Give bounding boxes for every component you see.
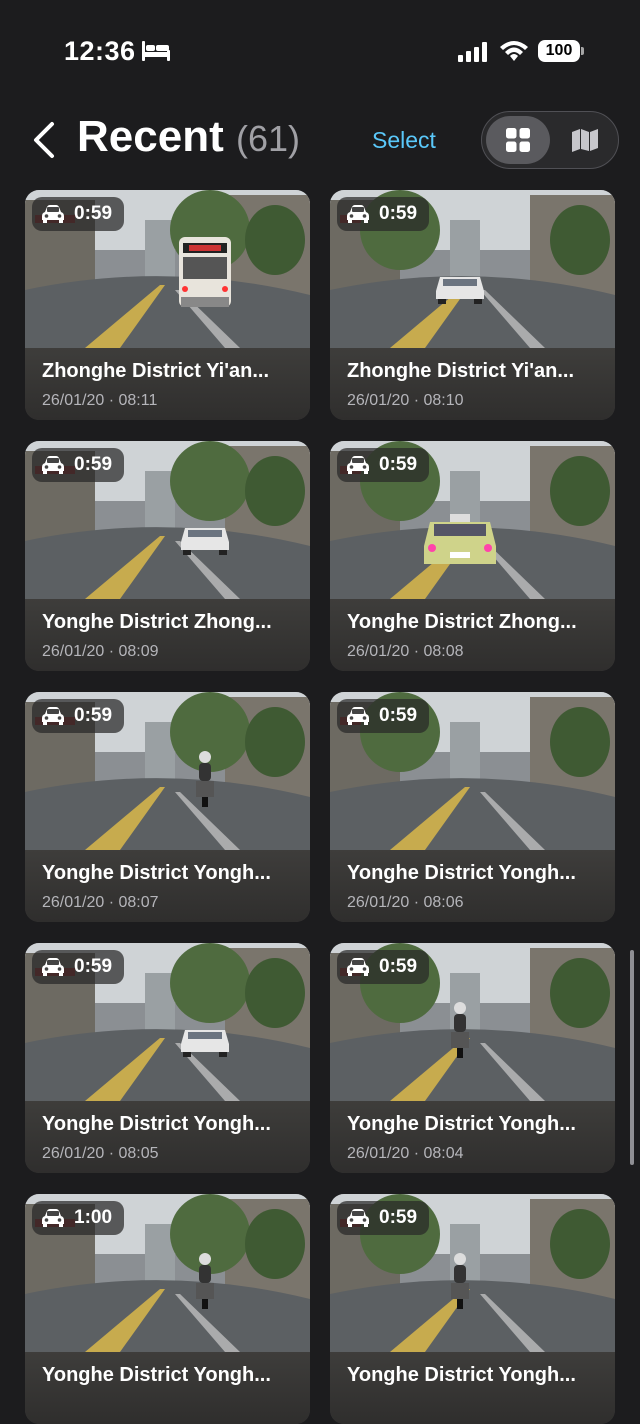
card-footer: Yonghe District Yongh... [25,1352,310,1424]
grid-view-icon [506,128,530,152]
duration-text: 0:59 [379,1207,418,1228]
card-footer: Zhonghe District Yi'an... 26/01/20 · 08:1… [330,348,615,420]
card-footer: Zhonghe District Yi'an... 26/01/20 · 08:1… [25,348,310,420]
recording-date: 26/01/20 · 08:06 [347,894,464,911]
car-icon [42,707,64,725]
recording-date: 26/01/20 · 08:05 [42,1145,159,1162]
duration-badge: 0:59 [337,197,430,231]
duration-badge: 0:59 [32,448,125,482]
item-count: (61) [235,118,300,159]
car-icon [42,456,64,474]
scrollbar[interactable] [630,950,634,1165]
map-view-icon [572,129,598,152]
recording-card[interactable]: 0:59 Yonghe District Zhong... 26/01/20 · 0… [25,441,310,671]
duration-badge: 0:59 [337,950,430,984]
duration-text: 1:00 [74,1207,113,1228]
card-footer: Yonghe District Zhong... 26/01/20 · 08:09 [25,599,310,671]
header: Recent (61) Select [0,100,640,180]
recording-title: Yonghe District Yongh... [42,1364,271,1386]
recording-card[interactable]: 0:59 Yonghe District Yongh... 26/01/20 · 0… [330,943,615,1173]
view-toggle [481,111,619,169]
recording-title: Yonghe District Zhong... [347,611,577,633]
recording-title: Yonghe District Zhong... [42,611,272,633]
recording-card[interactable]: 0:59 Yonghe District Yongh... [330,1194,615,1424]
car-icon [347,456,369,474]
car-icon [42,958,64,976]
recording-card[interactable]: 0:59 Yonghe District Yongh... 26/01/20 · 0… [25,943,310,1173]
recording-card[interactable]: 1:00 Yonghe District Yongh... [25,1194,310,1424]
duration-text: 0:59 [379,454,418,475]
card-footer: Yonghe District Zhong... 26/01/20 · 08:08 [330,599,615,671]
recording-card[interactable]: 0:59 Zhonghe District Yi'an... 26/01/20 · … [330,190,615,420]
battery-level: 100 [538,40,580,62]
card-footer: Yonghe District Yongh... 26/01/20 · 08:04 [330,1101,615,1173]
battery-icon: 100 [538,40,584,62]
recording-date: 26/01/20 · 08:11 [42,392,158,409]
duration-badge: 0:59 [337,1201,430,1235]
recording-date: 26/01/20 · 08:09 [42,643,159,660]
car-icon [347,707,369,725]
car-icon [42,1209,64,1227]
recording-title: Yonghe District Yongh... [347,1113,576,1135]
duration-badge: 0:59 [337,699,430,733]
page-title-text: Recent [77,112,224,161]
wifi-icon [500,41,528,61]
duration-text: 0:59 [74,705,113,726]
car-icon [42,205,64,223]
recording-date: 26/01/20 · 08:07 [42,894,159,911]
recording-title: Yonghe District Yongh... [42,1113,271,1135]
car-icon [347,958,369,976]
recording-title: Yonghe District Yongh... [42,862,271,884]
duration-badge: 1:00 [32,1201,125,1235]
duration-text: 0:59 [379,203,418,224]
duration-text: 0:59 [379,956,418,977]
recording-date: 26/01/20 · 08:04 [347,1145,464,1162]
status-time: 12:36 [64,36,136,66]
recording-date: 26/01/20 · 08:08 [347,643,464,660]
recording-title: Zhonghe District Yi'an... [42,360,270,382]
duration-badge: 0:59 [32,950,125,984]
duration-badge: 0:59 [337,448,430,482]
recording-title: Yonghe District Yongh... [347,1364,576,1386]
card-footer: Yonghe District Yongh... 26/01/20 · 08:06 [330,850,615,922]
map-view-button[interactable] [556,116,614,164]
car-icon [347,205,369,223]
bed-icon [142,41,170,61]
status-bar: 12:36 100 [0,0,640,100]
grid-view-button[interactable] [486,116,550,164]
recording-card[interactable]: 0:59 Yonghe District Yongh... 26/01/20 · 0… [330,692,615,922]
duration-text: 0:59 [74,454,113,475]
chevron-left-icon[interactable] [30,120,58,160]
recording-grid: 0:59 Zhonghe District Yi'an... 26/01/20 · … [25,190,615,1424]
recording-title: Zhonghe District Yi'an... [347,360,575,382]
duration-badge: 0:59 [32,699,125,733]
duration-text: 0:59 [74,203,113,224]
select-button[interactable]: Select [372,127,436,154]
duration-badge: 0:59 [32,197,125,231]
recording-card[interactable]: 0:59 Zhonghe District Yi'an... 26/01/20 · … [25,190,310,420]
card-footer: Yonghe District Yongh... 26/01/20 · 08:05 [25,1101,310,1173]
card-footer: Yonghe District Yongh... [330,1352,615,1424]
car-icon [347,1209,369,1227]
recording-date: 26/01/20 · 08:10 [347,392,464,409]
recording-card[interactable]: 0:59 Yonghe District Yongh... 26/01/20 · 0… [25,692,310,922]
duration-text: 0:59 [74,956,113,977]
signal-icon [458,42,487,62]
recording-card[interactable]: 0:59 Yonghe District Zhong... 26/01/20 · 0… [330,441,615,671]
page-title: Recent (61) [77,112,300,162]
duration-text: 0:59 [379,705,418,726]
recording-title: Yonghe District Yongh... [347,862,576,884]
card-footer: Yonghe District Yongh... 26/01/20 · 08:07 [25,850,310,922]
